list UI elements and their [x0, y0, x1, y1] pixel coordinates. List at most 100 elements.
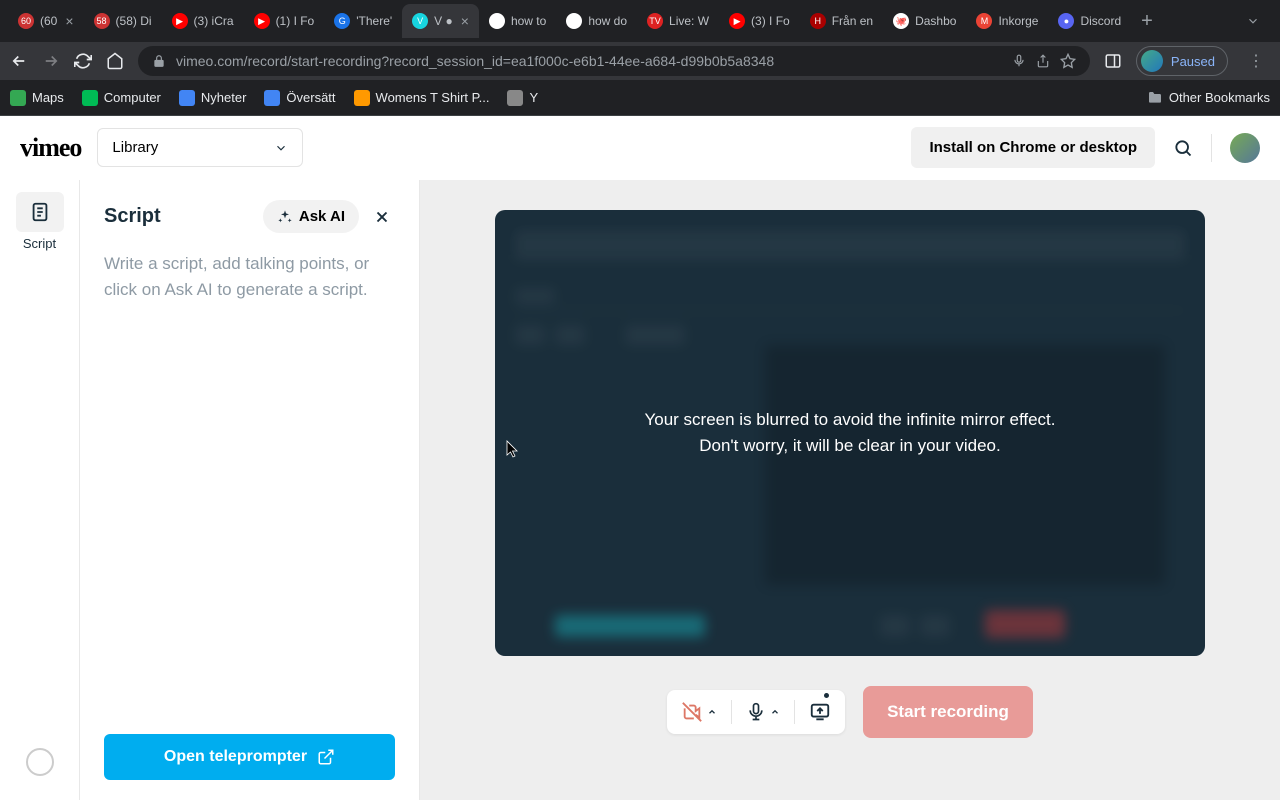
favicon: G: [566, 13, 582, 29]
app-body: Script Script Ask AI Open teleprompter: [0, 180, 1280, 800]
search-icon[interactable]: [1173, 138, 1193, 158]
start-recording-button[interactable]: Start recording: [863, 686, 1033, 738]
bookmark-5[interactable]: Y: [507, 90, 538, 106]
tab-10[interactable]: HFrån en: [800, 4, 883, 38]
script-textarea[interactable]: [104, 251, 395, 734]
tab-9[interactable]: ▶(3) I Fo: [719, 4, 800, 38]
profile-badge[interactable]: Paused: [1136, 46, 1228, 76]
tab-6[interactable]: Ghow to: [479, 4, 556, 38]
screen-share-icon: [809, 701, 831, 723]
chevron-up-icon: [770, 707, 780, 717]
page: vimeo Library Install on Chrome or deskt…: [0, 116, 1280, 800]
library-dropdown[interactable]: Library: [97, 128, 303, 167]
favicon: G: [334, 13, 350, 29]
bookmark-4[interactable]: Womens T Shirt P...: [354, 90, 490, 106]
bookmark-icon: [10, 90, 26, 106]
tab-7[interactable]: Ghow do: [556, 4, 637, 38]
back-button[interactable]: [10, 52, 28, 70]
share-icon[interactable]: [1036, 54, 1050, 68]
script-icon: [29, 201, 51, 223]
tab-3[interactable]: ▶(1) I Fo: [244, 4, 325, 38]
tab-13[interactable]: ●Discord: [1048, 4, 1131, 38]
favicon: ●: [1058, 13, 1074, 29]
chevron-down-icon: [274, 141, 288, 155]
forward-button[interactable]: [42, 52, 60, 70]
recording-controls: Start recording: [667, 686, 1033, 738]
screen-preview: Your screen is blurred to avoid the infi…: [495, 210, 1205, 656]
mic-toggle[interactable]: [746, 702, 780, 722]
tab-strip: 60(60×58(58) Di▶(3) iCra▶(1) I FoG'There…: [0, 0, 1280, 42]
close-panel-button[interactable]: [369, 204, 395, 230]
favicon: 58: [94, 13, 110, 29]
chevron-up-icon: [707, 707, 717, 717]
folder-icon: [1147, 90, 1163, 106]
favicon: H: [810, 13, 826, 29]
camera-off-icon: [681, 701, 703, 723]
side-rail: Script: [0, 180, 80, 800]
indicator-dot: [824, 693, 829, 698]
bookmark-icon: [507, 90, 523, 106]
star-icon[interactable]: [1060, 53, 1076, 69]
tab-12[interactable]: MInkorge: [966, 4, 1048, 38]
browser-toolbar: vimeo.com/record/start-recording?record_…: [0, 42, 1280, 80]
sparkle-icon: [277, 209, 293, 225]
tabs-dropdown[interactable]: [1234, 14, 1272, 28]
bookmark-icon: [179, 90, 195, 106]
bookmark-0[interactable]: Maps: [10, 90, 64, 106]
tab-5[interactable]: VV ● ×: [402, 4, 479, 38]
profile-label: Paused: [1171, 54, 1215, 69]
bookmark-icon: [354, 90, 370, 106]
favicon: 🐙: [893, 13, 909, 29]
favicon: G: [489, 13, 505, 29]
rail-item-script[interactable]: Script: [16, 192, 64, 251]
home-button[interactable]: [106, 52, 124, 70]
panel-icon[interactable]: [1104, 52, 1122, 70]
mic-icon: [746, 702, 766, 722]
tab-0[interactable]: 60(60×: [8, 4, 84, 38]
reload-button[interactable]: [74, 52, 92, 70]
close-tab-icon[interactable]: ×: [461, 13, 469, 29]
preview-message: Your screen is blurred to avoid the infi…: [644, 407, 1055, 460]
ask-ai-button[interactable]: Ask AI: [263, 200, 359, 233]
favicon: TV: [647, 13, 663, 29]
tab-11[interactable]: 🐙Dashbo: [883, 4, 966, 38]
tab-4[interactable]: G'There': [324, 4, 402, 38]
browser-chrome: 60(60×58(58) Di▶(3) iCra▶(1) I FoG'There…: [0, 0, 1280, 116]
close-tab-icon[interactable]: ×: [65, 13, 73, 29]
app-header: vimeo Library Install on Chrome or deskt…: [0, 116, 1280, 180]
favicon: M: [976, 13, 992, 29]
bookmark-2[interactable]: Nyheter: [179, 90, 247, 106]
tab-2[interactable]: ▶(3) iCra: [162, 4, 244, 38]
install-button[interactable]: Install on Chrome or desktop: [911, 127, 1155, 168]
avatar: [1141, 50, 1163, 72]
help-icon[interactable]: [26, 748, 54, 776]
other-bookmarks[interactable]: Other Bookmarks: [1147, 90, 1270, 106]
favicon: 60: [18, 13, 34, 29]
teleprompter-button[interactable]: Open teleprompter: [104, 734, 395, 780]
tab-1[interactable]: 58(58) Di: [84, 4, 162, 38]
new-tab-button[interactable]: +: [1131, 10, 1163, 33]
screen-share-toggle[interactable]: [809, 701, 831, 723]
preview-area: Your screen is blurred to avoid the infi…: [420, 180, 1280, 800]
bookmark-icon: [264, 90, 280, 106]
camera-toggle[interactable]: [681, 701, 717, 723]
vimeo-logo[interactable]: vimeo: [20, 133, 81, 163]
url-bar[interactable]: vimeo.com/record/start-recording?record_…: [138, 46, 1090, 76]
mic-icon[interactable]: [1012, 54, 1026, 68]
bookmark-1[interactable]: Computer: [82, 90, 161, 106]
device-controls: [667, 690, 845, 734]
url-text: vimeo.com/record/start-recording?record_…: [176, 53, 1002, 69]
tab-8[interactable]: TVLive: W: [637, 4, 719, 38]
script-title: Script: [104, 205, 161, 228]
lock-icon: [152, 54, 166, 68]
bookmarks-bar: Maps Computer Nyheter Översätt Womens T Shir…: [0, 80, 1280, 116]
user-avatar[interactable]: [1230, 133, 1260, 163]
bookmark-3[interactable]: Översätt: [264, 90, 335, 106]
external-link-icon: [317, 748, 335, 766]
favicon: ▶: [254, 13, 270, 29]
favicon: ▶: [172, 13, 188, 29]
script-panel: Script Ask AI Open teleprompter: [80, 180, 420, 800]
browser-menu[interactable]: ⋮: [1242, 51, 1270, 71]
favicon: V: [412, 13, 428, 29]
favicon: ▶: [729, 13, 745, 29]
